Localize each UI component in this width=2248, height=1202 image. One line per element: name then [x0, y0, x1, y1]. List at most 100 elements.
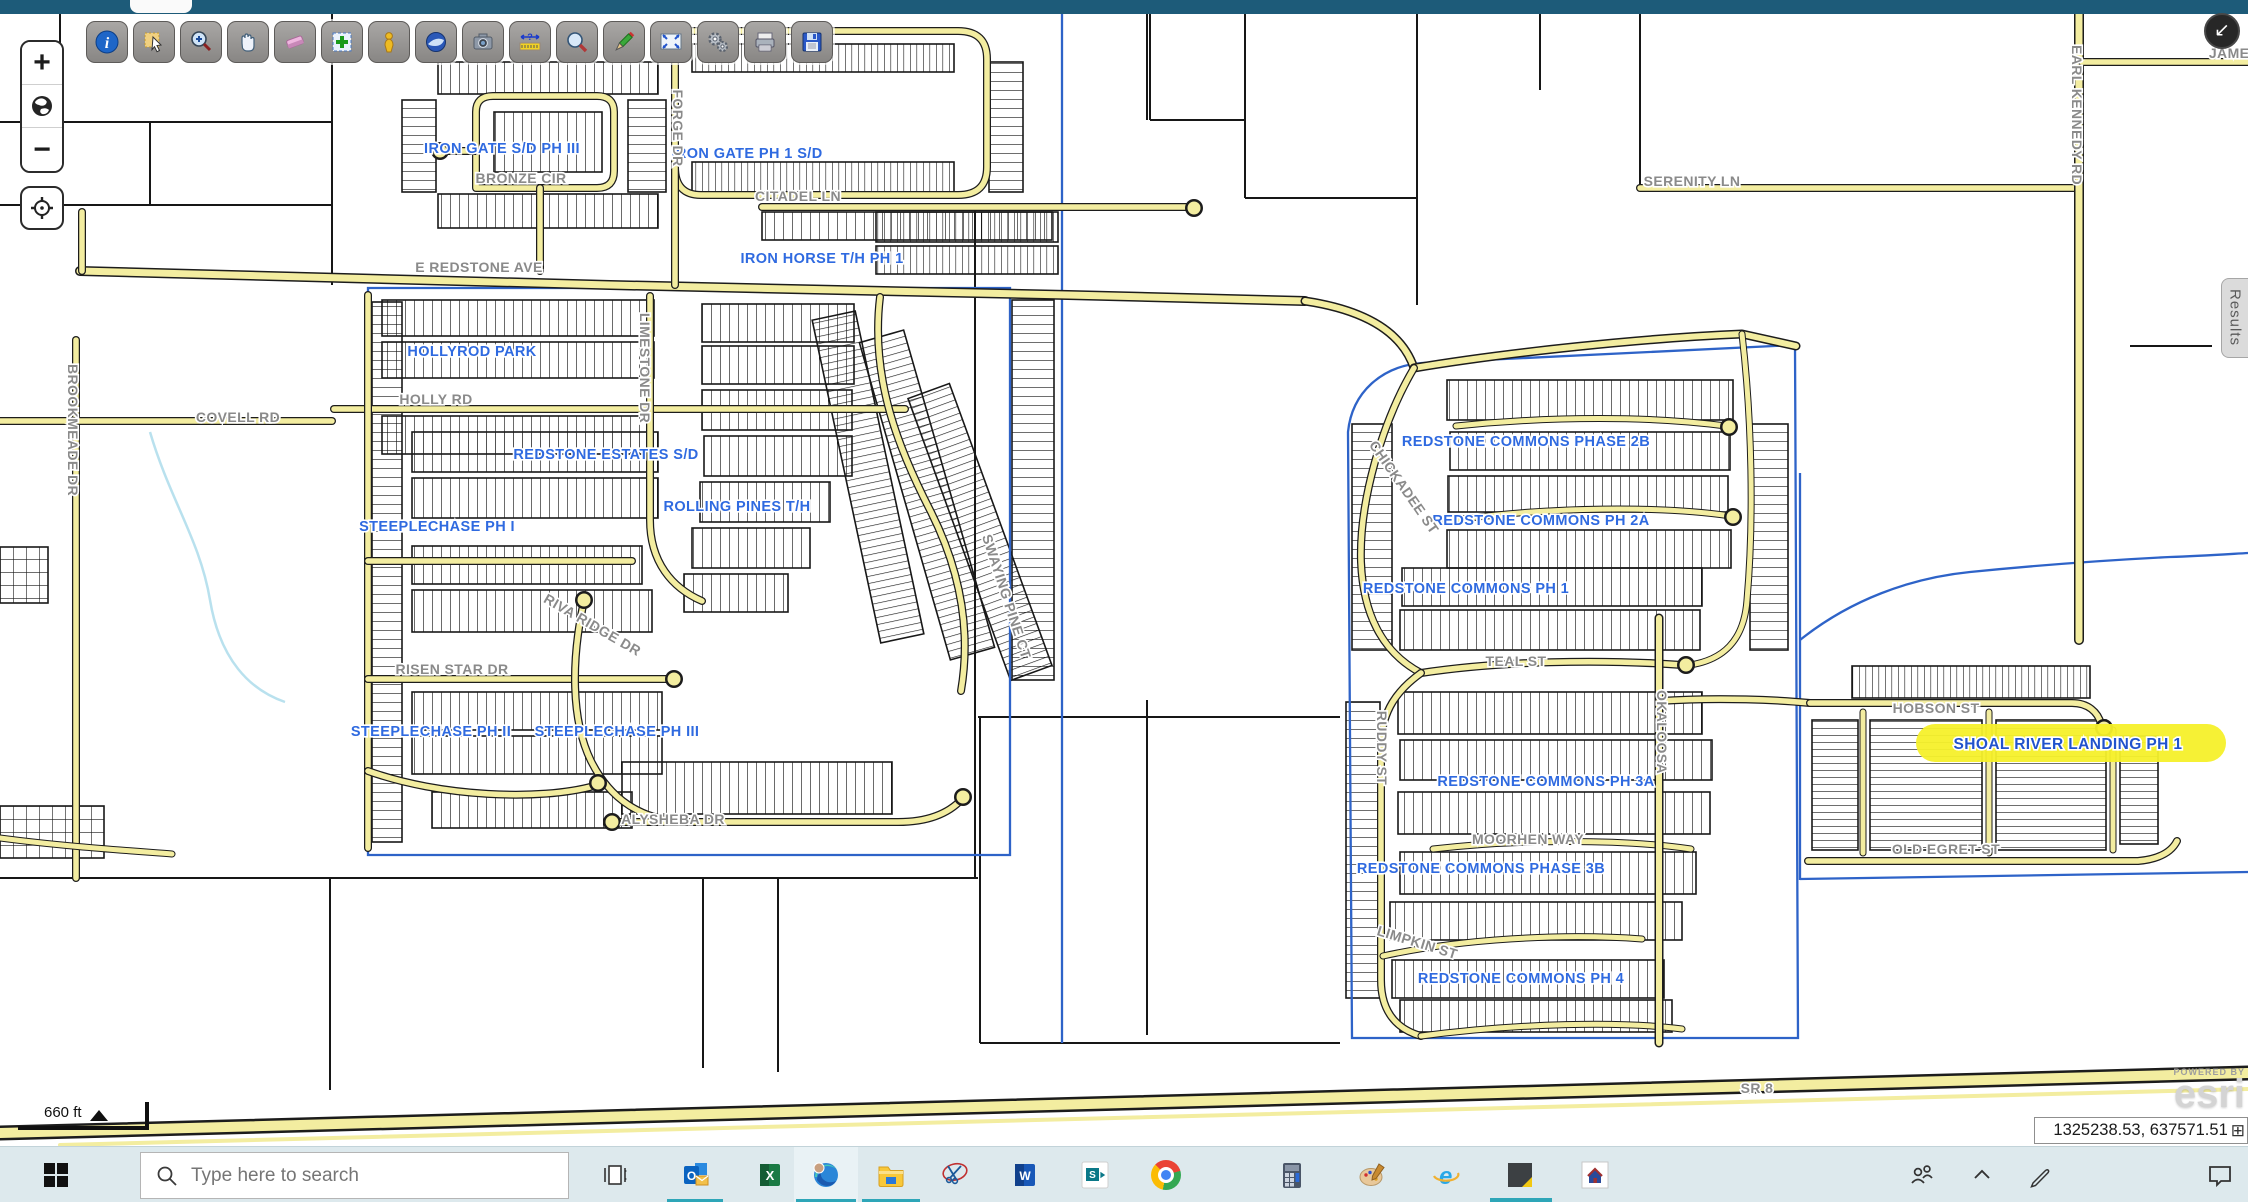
info-icon: i	[94, 29, 120, 55]
draw-button[interactable]	[603, 21, 645, 63]
parcel-map[interactable]: IRON GATE S/D PH IIIIRON GATE PH 1 S/DIR…	[0, 0, 2248, 1146]
parcel-boundary-lines	[0, 14, 2212, 1090]
erase-button[interactable]	[274, 21, 316, 63]
chrome-button[interactable]	[1138, 1147, 1194, 1202]
snapshot-button[interactable]	[462, 21, 504, 63]
action-center-button[interactable]	[2196, 1147, 2244, 1202]
risen-star-dr-label: RISEN STAR DR	[395, 661, 508, 677]
file-explorer-button[interactable]	[862, 1147, 920, 1202]
svg-text:S: S	[1089, 1170, 1096, 1181]
coordinates-value: 1325238.53, 637571.51	[2053, 1121, 2227, 1140]
notes-underline	[1490, 1198, 1552, 1202]
print-button[interactable]	[744, 21, 786, 63]
zoom-in-tool-button[interactable]	[180, 21, 222, 63]
expand-arrows-icon	[658, 29, 684, 55]
rolling-pines-t-h-label: ROLLING PINES T/H	[664, 499, 811, 515]
street-view-button[interactable]	[368, 21, 410, 63]
sharepoint-button[interactable]: S	[1066, 1147, 1124, 1202]
shoal-river-landing-ph-1-label: SHOAL RIVER LANDING PH 1	[1954, 736, 2183, 753]
task-view-icon	[599, 1160, 629, 1190]
home-app-button[interactable]	[1566, 1147, 1624, 1202]
steeplechase-ph-iii-label: STEEPLECHASE PH III	[535, 724, 700, 740]
holly-rd-label: HOLLY RD	[399, 391, 472, 407]
magnifier-icon	[564, 29, 590, 55]
task-view-button[interactable]	[588, 1147, 640, 1202]
word-button[interactable]: W	[996, 1147, 1054, 1202]
internet-explorer-button[interactable]: e	[1418, 1147, 1474, 1202]
svg-text:X: X	[766, 1168, 775, 1183]
add-extent-button[interactable]	[321, 21, 363, 63]
ruddy-st-label: RUDDY ST	[1374, 711, 1390, 786]
google-earth-button[interactable]	[415, 21, 457, 63]
redstone-commons-phase-2b-label: REDSTONE COMMONS PHASE 2B	[1402, 434, 1650, 450]
redstone-commons-ph-2a-label: REDSTONE COMMONS PH 2A	[1432, 513, 1649, 529]
redstone-commons-ph-4-label: REDSTONE COMMONS PH 4	[1418, 971, 1624, 987]
windows-logo-icon	[43, 1162, 69, 1188]
hollyrod-park-label: HOLLYROD PARK	[407, 344, 536, 360]
esri-attribution: POWERED BY esri	[2173, 1068, 2245, 1112]
people-button[interactable]	[1900, 1147, 1944, 1202]
pan-button[interactable]	[227, 21, 269, 63]
old-egret-st-label: OLD EGRET ST	[1892, 841, 2000, 857]
search-tool-button[interactable]	[556, 21, 598, 63]
coordinate-settings-icon[interactable]: ⊞	[2231, 1121, 2245, 1141]
parcel-lot-blocks	[0, 44, 2158, 1032]
windows-taskbar: O X W S e 1:43 AM4/19/2021	[0, 1146, 2248, 1202]
okaloosa-label: OKALOOSA	[1654, 690, 1670, 774]
globe-swoosh-icon	[423, 29, 449, 55]
globe-icon	[29, 93, 55, 119]
results-panel-tab[interactable]: Results	[2221, 278, 2248, 358]
calculator-icon	[1277, 1160, 1307, 1190]
zoom-in-button[interactable]: +	[22, 42, 62, 85]
redstone-estates-s-d-label: REDSTONE ESTATES S/D	[513, 447, 698, 463]
map-canvas[interactable]: IRON GATE S/D PH IIIIRON GATE PH 1 S/DIR…	[0, 0, 2248, 1146]
app-header-bar	[0, 0, 2248, 14]
pen-button[interactable]	[2018, 1147, 2062, 1202]
sharepoint-icon: S	[1079, 1159, 1111, 1191]
start-button[interactable]	[28, 1147, 84, 1202]
svg-text:W: W	[1019, 1169, 1031, 1183]
notes-app-button[interactable]	[1490, 1147, 1550, 1202]
e-redstone-ave-label: E REDSTONE AVE	[415, 259, 542, 275]
steeplechase-ph-ii-label: STEEPLECHASE PH II	[351, 724, 511, 740]
hidden-icons-button[interactable]	[1962, 1147, 2002, 1202]
printer-icon	[752, 29, 778, 55]
processing-button[interactable]	[697, 21, 739, 63]
taskbar-search[interactable]	[140, 1152, 569, 1199]
collapse-map-button[interactable]: ↙	[2204, 13, 2240, 49]
edge-button[interactable]	[796, 1147, 856, 1202]
alysheba-dr-label: ALYSHEBA DR	[621, 811, 725, 827]
svg-text:i: i	[105, 35, 110, 52]
search-icon	[155, 1164, 179, 1188]
limestone-dr-label: LIMESTONE DR	[637, 313, 653, 423]
edge-icon	[810, 1159, 842, 1191]
zoom-control-panel: + −	[20, 40, 64, 173]
home-extent-button[interactable]	[22, 85, 62, 128]
save-button[interactable]	[791, 21, 833, 63]
road-layer	[0, 14, 2248, 1145]
calculator-button[interactable]	[1264, 1147, 1320, 1202]
full-extent-button[interactable]	[650, 21, 692, 63]
esri-logo: esri	[2173, 1076, 2245, 1112]
svg-text:?: ?	[527, 32, 533, 42]
dark-notes-icon	[1504, 1159, 1536, 1191]
camera-icon	[470, 29, 496, 55]
clock-tray[interactable]: 1:43 AM4/19/2021	[2062, 1147, 2162, 1202]
select-by-polygon-button[interactable]	[133, 21, 175, 63]
zoom-out-button[interactable]: −	[22, 128, 62, 171]
crosshair-icon	[28, 194, 56, 222]
excel-button[interactable]: X	[742, 1147, 798, 1202]
gears-icon	[705, 29, 731, 55]
measure-button[interactable]: ?	[509, 21, 551, 63]
hand-icon	[235, 29, 261, 55]
paint-button[interactable]	[1344, 1147, 1402, 1202]
svg-text:e: e	[1439, 1163, 1452, 1190]
locate-button[interactable]	[20, 186, 64, 230]
snipping-tool-button[interactable]	[926, 1147, 984, 1202]
search-input[interactable]	[189, 1164, 523, 1188]
outlook-button[interactable]: O	[665, 1147, 725, 1202]
iron-gate-s-d-ph-iii-label: IRON GATE S/D PH III	[424, 141, 580, 157]
outlook-icon: O	[679, 1159, 711, 1191]
bronze-cir-label: BRONZE CIR	[475, 170, 566, 186]
identify-button[interactable]: i	[86, 21, 128, 63]
